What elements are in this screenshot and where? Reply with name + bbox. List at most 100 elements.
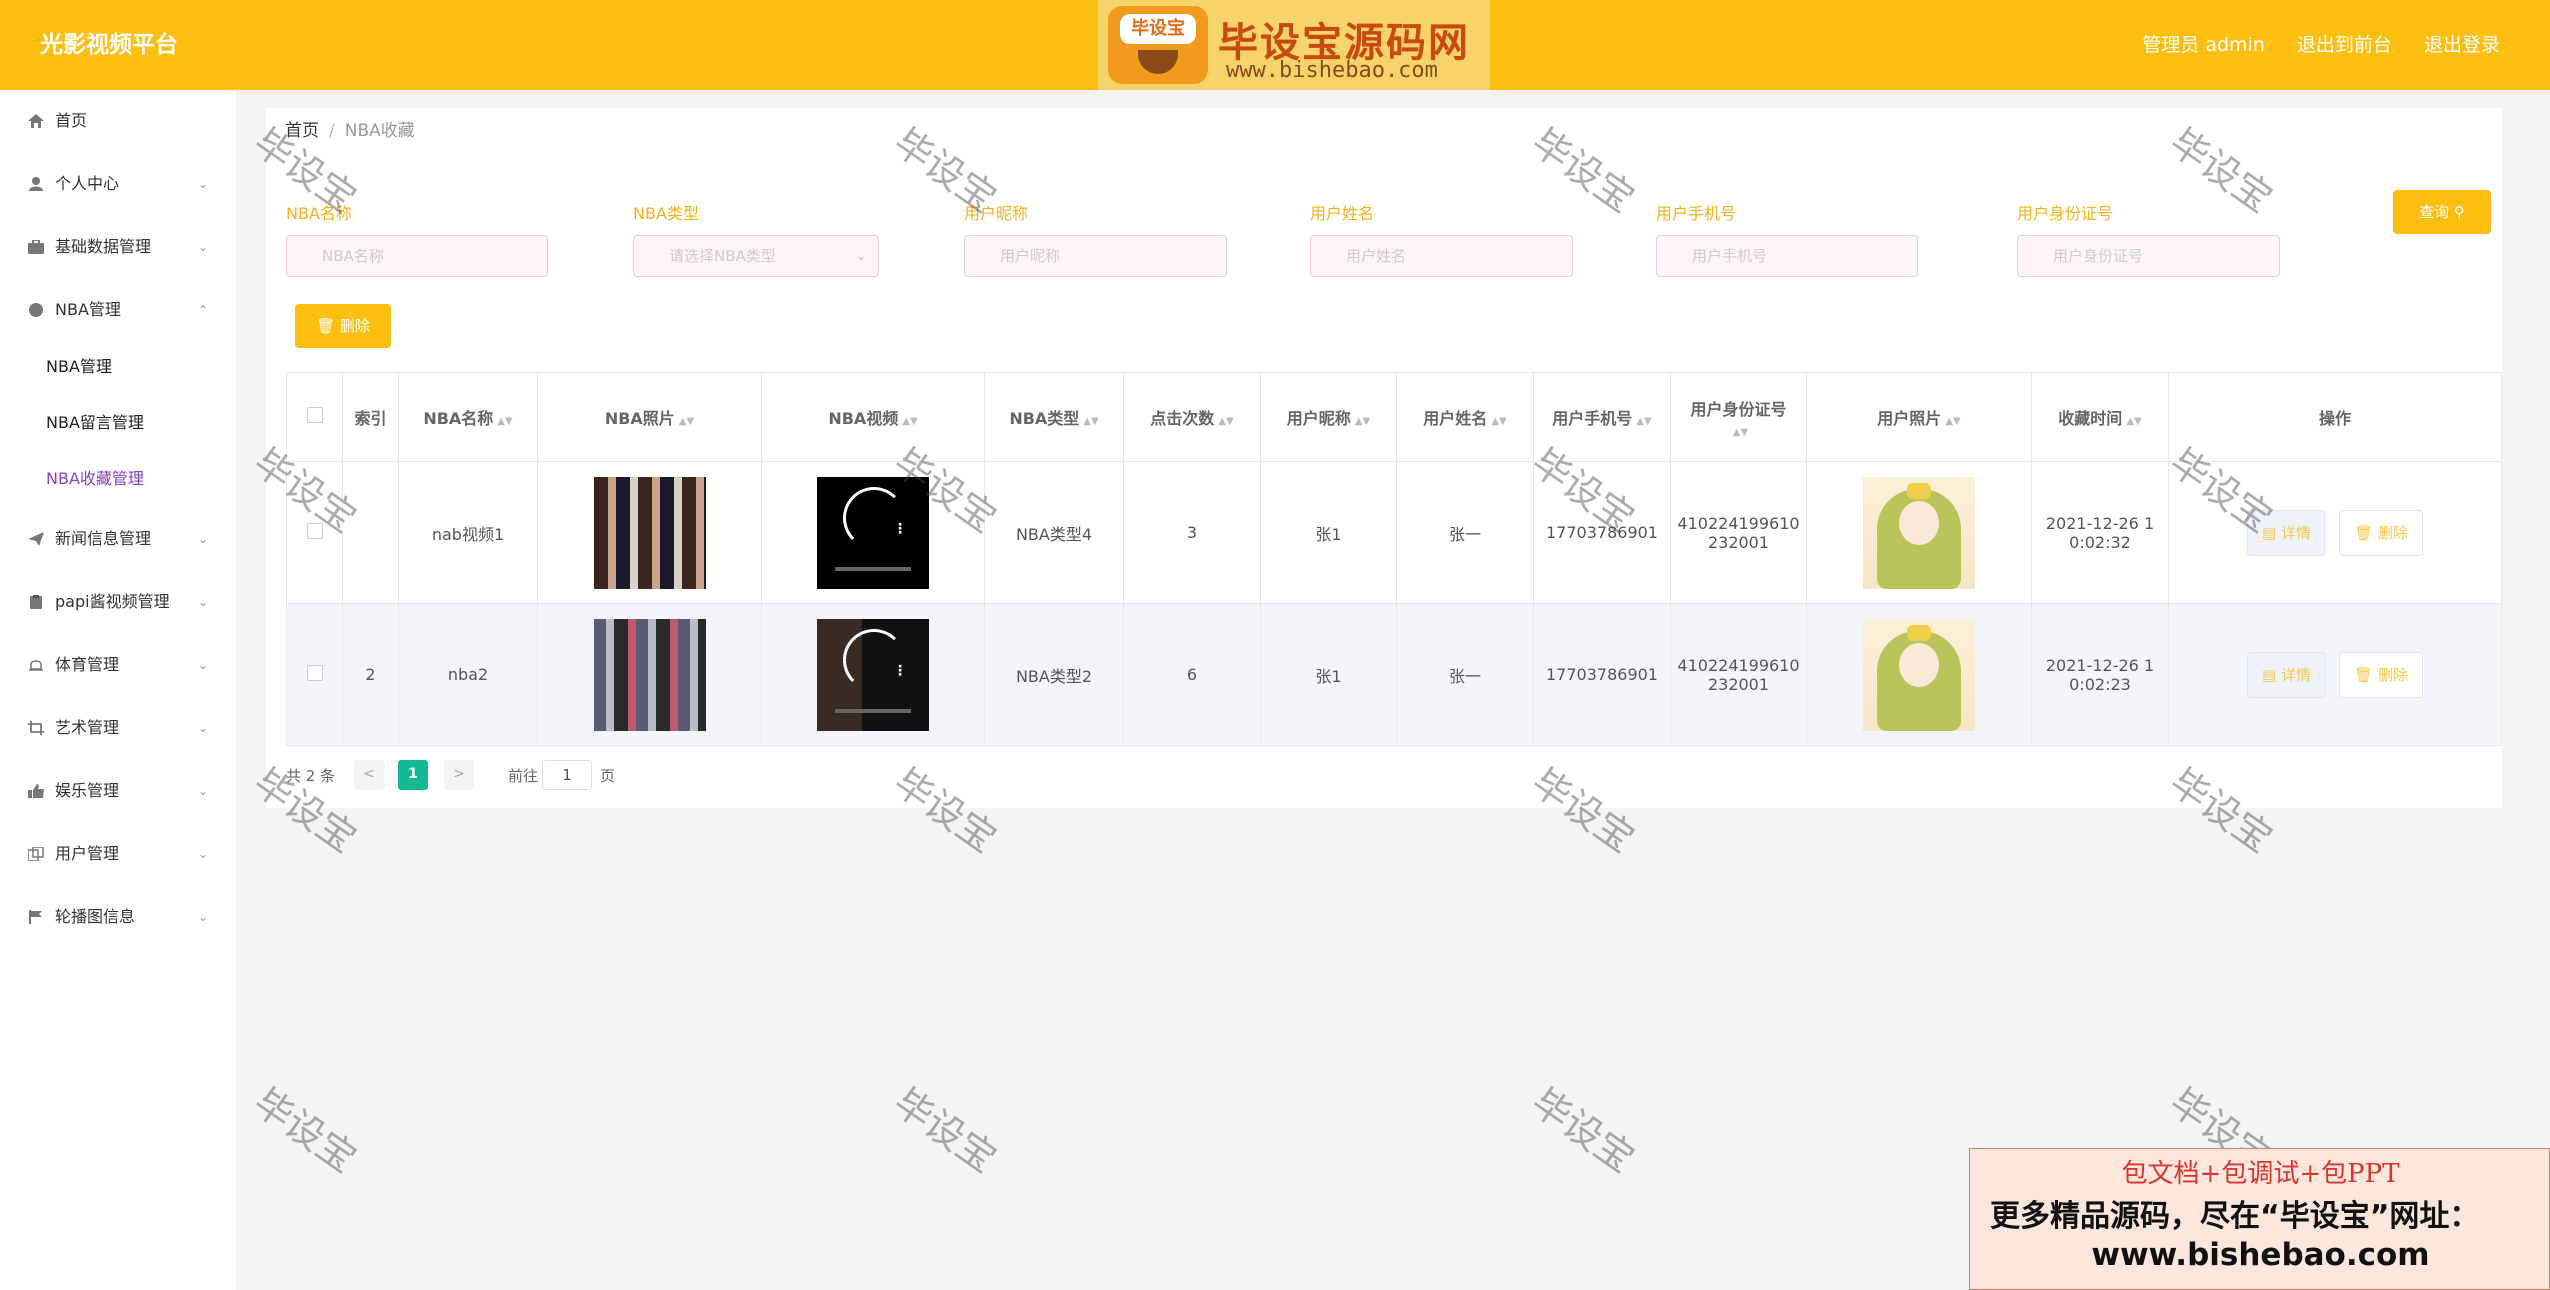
- column-header[interactable]: 用户照片 ▲▼: [1806, 372, 2032, 462]
- user-nickname-cell: 张1: [1260, 603, 1397, 746]
- chevron-down-icon: ⌄: [198, 847, 209, 861]
- user-icon: [29, 177, 43, 191]
- sort-icon[interactable]: ▲▼: [1636, 416, 1651, 427]
- promo-url: www.bishebao.com: [2091, 1237, 2430, 1273]
- table-header-row: 索引 NBA名称 ▲▼ NBA照片 ▲▼ NBA视频 ▲▼ NBA类型 ▲▼ 点击次数 ▲…: [286, 372, 2502, 462]
- column-header[interactable]: 用户手机号 ▲▼: [1533, 372, 1671, 462]
- sort-icon[interactable]: ▲▼: [1945, 416, 1960, 427]
- user-idcard-input[interactable]: 用户身份证号: [2017, 235, 2280, 277]
- detail-label: 详情: [2281, 523, 2312, 542]
- batch-delete-button[interactable]: 🗑 删除: [295, 304, 391, 348]
- nba-photo-image: [593, 476, 706, 589]
- user-name-cell: 张一: [1396, 461, 1534, 604]
- column-header[interactable]: NBA类型 ▲▼: [984, 372, 1124, 462]
- sidebar-item-label: 娱乐管理: [55, 781, 120, 800]
- top-nav: 管理员 admin 退出到前台 退出登录: [2116, 0, 2500, 90]
- sidebar-item-nba[interactable]: NBA管理 ⌃: [0, 290, 236, 330]
- detail-button[interactable]: ▤ 详情: [2247, 509, 2327, 556]
- sort-icon[interactable]: ▲▼: [679, 416, 694, 427]
- select-all-checkbox[interactable]: [306, 407, 323, 423]
- trash-icon: 🗑: [2354, 523, 2374, 542]
- prev-page-button[interactable]: <: [354, 760, 384, 790]
- admin-user-link[interactable]: 管理员 admin: [2142, 34, 2265, 56]
- sidebar-item-sports[interactable]: 体育管理 ⌄: [0, 645, 236, 685]
- goto-page-input[interactable]: 1: [542, 760, 592, 790]
- column-header[interactable]: 收藏时间 ▲▼: [2031, 372, 2169, 462]
- search-button-label: 查询: [2419, 203, 2450, 221]
- column-header[interactable]: NBA名称 ▲▼: [398, 372, 538, 462]
- back-to-front-link[interactable]: 退出到前台: [2297, 34, 2392, 56]
- sidebar-sub-nba-comment[interactable]: NBA留言管理: [46, 405, 144, 441]
- sidebar-sub-nba-favorite[interactable]: NBA收藏管理: [46, 461, 144, 497]
- sidebar-item-label: 新闻信息管理: [55, 529, 152, 548]
- sidebar-item-home[interactable]: 首页: [0, 101, 236, 141]
- search-button[interactable]: 查询 ⚲: [2393, 190, 2491, 234]
- column-header[interactable]: NBA照片 ▲▼: [537, 372, 762, 462]
- sort-icon[interactable]: ▲▼: [1218, 416, 1233, 427]
- watermark-url: www.bishebao.com: [1226, 58, 1438, 83]
- sidebar-item-profile[interactable]: 个人中心 ⌄: [0, 164, 236, 204]
- logout-link[interactable]: 退出登录: [2424, 34, 2500, 56]
- favorite-time-cell: 2021-12-26 1 0:02:32: [2031, 461, 2169, 604]
- nba-video-player[interactable]: ⋮: [817, 476, 929, 589]
- sidebar-item-label: NBA管理: [55, 300, 121, 319]
- sidebar-item-news[interactable]: 新闻信息管理 ⌄: [0, 519, 236, 559]
- app-title: 光影视频平台: [40, 32, 178, 58]
- promo-line-1: 包文档+包调试+包PPT: [2121, 1159, 2400, 1189]
- user-photo-cell: [1806, 603, 2032, 746]
- next-page-button[interactable]: >: [444, 760, 474, 790]
- user-name-input[interactable]: 用户姓名: [1310, 235, 1573, 277]
- batch-delete-label: 删除: [339, 317, 370, 335]
- watermark-text: 毕设宝: [1523, 1079, 1643, 1182]
- delete-button[interactable]: 🗑 删除: [2339, 651, 2423, 698]
- more-icon[interactable]: ⋮: [893, 521, 907, 537]
- column-header[interactable]: 用户姓名 ▲▼: [1396, 372, 1534, 462]
- user-phone-input[interactable]: 用户手机号: [1656, 235, 1918, 277]
- search-icon: ⚲: [2453, 203, 2465, 221]
- filter-label-user-idcard: 用户身份证号: [2017, 204, 2114, 223]
- header-label: NBA照片: [604, 409, 675, 428]
- nba-name-cell: nab视频1: [398, 461, 538, 604]
- sort-icon[interactable]: ▲▼: [2126, 416, 2141, 427]
- chevron-down-icon: ⌄: [198, 910, 209, 924]
- sidebar-item-carousel[interactable]: 轮播图信息 ⌄: [0, 897, 236, 937]
- bell-icon: [29, 660, 43, 671]
- nba-name-input[interactable]: NBA名称: [286, 235, 548, 277]
- delete-button[interactable]: 🗑 删除: [2339, 509, 2423, 556]
- nba-type-select[interactable]: 请选择NBA类型 ⌄: [633, 235, 879, 277]
- filter-label-user-name: 用户姓名: [1310, 204, 1375, 223]
- sidebar-sub-nba-manage[interactable]: NBA管理: [46, 349, 112, 385]
- home-icon: [28, 114, 44, 128]
- row-checkbox[interactable]: [306, 522, 323, 539]
- breadcrumb-home[interactable]: 首页: [285, 121, 319, 141]
- page-number-button[interactable]: 1: [398, 760, 428, 790]
- sort-icon[interactable]: ▲▼: [1491, 416, 1506, 427]
- nba-photo-cell: [537, 461, 762, 604]
- nba-video-player[interactable]: ⋮: [817, 618, 929, 731]
- column-header[interactable]: 点击次数 ▲▼: [1123, 372, 1261, 462]
- table-row: 2 nba2 ⋮ NBA类型2 6 张1 张一 17703786901 4102…: [286, 603, 2502, 746]
- sidebar-item-papi-video[interactable]: papi酱视频管理 ⌄: [0, 582, 236, 622]
- chevron-down-icon: ⌄: [855, 249, 866, 263]
- sort-icon[interactable]: ▲▼: [1355, 416, 1370, 427]
- column-header[interactable]: 用户身份证号 ▲▼: [1670, 372, 1807, 462]
- row-checkbox[interactable]: [306, 664, 323, 681]
- header-label: 用户姓名: [1423, 409, 1488, 428]
- user-avatar-image: [1863, 476, 1975, 589]
- detail-button[interactable]: ▤ 详情: [2247, 651, 2327, 698]
- header-label: NBA名称: [423, 409, 494, 428]
- sidebar-item-entertainment[interactable]: 娱乐管理 ⌄: [0, 771, 236, 811]
- user-nickname-input[interactable]: 用户昵称: [964, 235, 1227, 277]
- sort-icon[interactable]: ▲▼: [902, 416, 917, 427]
- more-icon[interactable]: ⋮: [893, 663, 907, 679]
- column-header[interactable]: 用户昵称 ▲▼: [1260, 372, 1397, 462]
- sort-icon[interactable]: ▲▼: [497, 416, 512, 427]
- sort-icon[interactable]: ▲▼: [1733, 427, 1748, 438]
- sidebar-item-basic-data[interactable]: 基础数据管理 ⌄: [0, 227, 236, 267]
- index-cell: 2: [342, 603, 399, 746]
- nba-type-cell: NBA类型2: [984, 603, 1124, 746]
- sidebar-item-art[interactable]: 艺术管理 ⌄: [0, 708, 236, 748]
- column-header[interactable]: NBA视频 ▲▼: [761, 372, 985, 462]
- sort-icon[interactable]: ▲▼: [1083, 416, 1098, 427]
- sidebar-item-users[interactable]: 用户管理 ⌄: [0, 834, 236, 874]
